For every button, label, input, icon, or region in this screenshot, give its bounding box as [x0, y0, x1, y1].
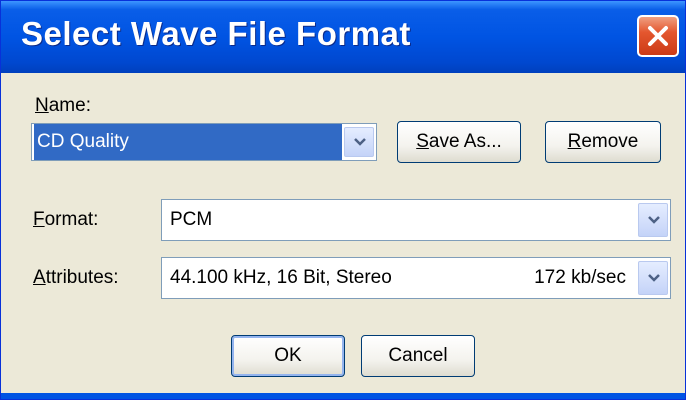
name-dropdown-button[interactable] — [344, 127, 374, 157]
select-wave-file-format-dialog: Select Wave File Format Name: CD Quality… — [0, 0, 686, 400]
attributes-bitrate: 172 kb/sec — [534, 267, 626, 288]
attributes-dropdown-button[interactable] — [638, 261, 668, 295]
close-icon — [648, 26, 668, 46]
format-label: Format: — [33, 209, 99, 230]
ok-button[interactable]: OK — [231, 335, 345, 377]
format-dropdown-button[interactable] — [638, 203, 668, 237]
format-select[interactable]: PCM — [161, 199, 671, 241]
save-as-button[interactable]: Save As... — [397, 121, 521, 163]
title-bar[interactable]: Select Wave File Format — [1, 1, 685, 73]
chevron-down-icon — [354, 138, 366, 146]
remove-button[interactable]: Remove — [545, 121, 661, 163]
close-button[interactable] — [637, 15, 679, 57]
format-select-value: PCM — [170, 209, 213, 230]
attributes-label: Attributes: — [33, 267, 119, 288]
chevron-down-icon — [648, 274, 660, 282]
window-bottom-border — [1, 393, 685, 399]
name-select[interactable]: CD Quality — [31, 123, 377, 161]
dialog-title: Select Wave File Format — [21, 15, 411, 52]
cancel-button[interactable]: Cancel — [361, 335, 475, 377]
chevron-down-icon — [648, 216, 660, 224]
name-label: Name: — [35, 95, 91, 116]
name-select-value: CD Quality — [34, 124, 342, 160]
attributes-select-value: 44.100 kHz, 16 Bit, Stereo — [170, 267, 392, 288]
attributes-select[interactable]: 44.100 kHz, 16 Bit, Stereo 172 kb/sec — [161, 257, 671, 299]
